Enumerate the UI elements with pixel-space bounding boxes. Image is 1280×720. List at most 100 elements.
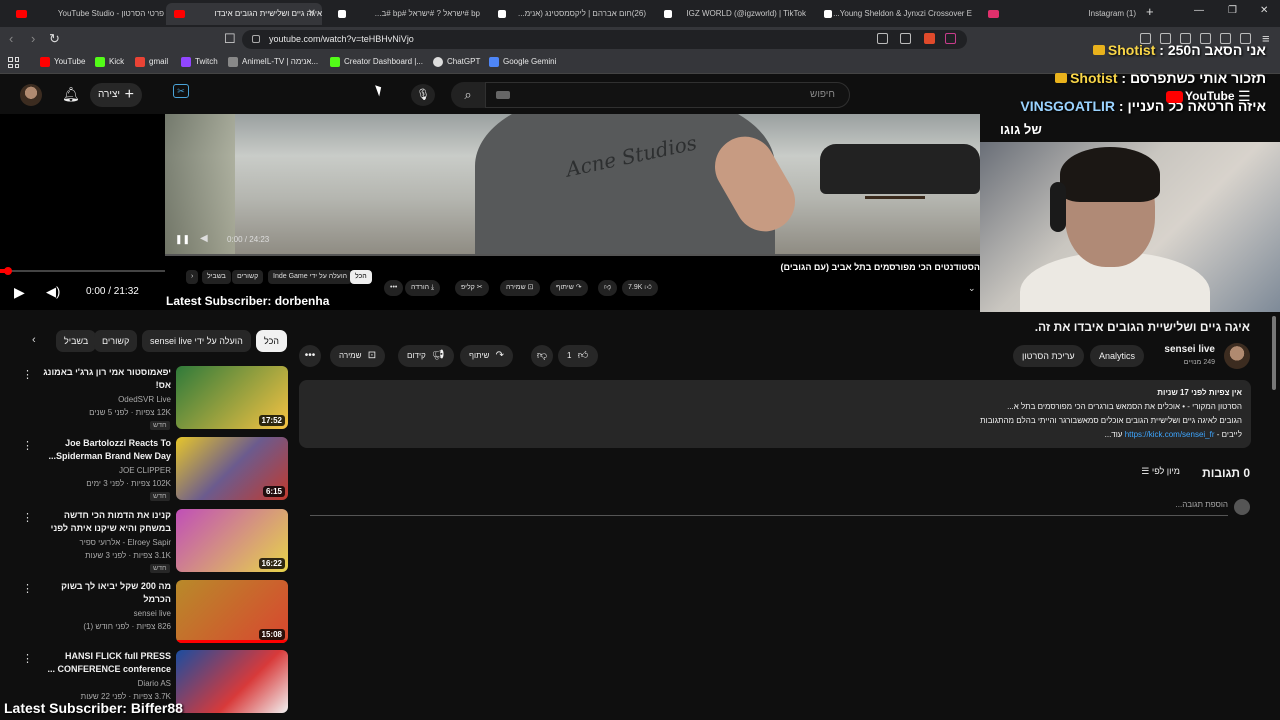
rec-title[interactable]: HANSI FLICK full PRESS CONFERENCE confer… [34, 650, 171, 676]
sort-comments-button[interactable]: מיון לפי ☰ [1110, 466, 1180, 477]
like-button[interactable]: 1 👍︎ [558, 345, 598, 367]
tab-tiktok-4[interactable]: Young Sheldon & Jynxzi Crossover E... [816, 3, 972, 25]
page-scrollbar[interactable] [1272, 316, 1276, 390]
inner-progress-bar[interactable] [165, 254, 980, 256]
tab-tiktok-3[interactable]: IGZ WORLD (@igzworld) | TikTok [656, 3, 806, 25]
chip-from-channel[interactable]: הועלה על ידי sensei live [142, 330, 251, 352]
rec-channel[interactable]: Diario AS [34, 679, 171, 688]
maximize-icon[interactable]: ❐ [1228, 5, 1237, 16]
apps-icon[interactable] [8, 57, 19, 68]
inner-share-button[interactable]: שיתוף ↷ [550, 280, 588, 296]
notifications-bell-icon[interactable]: 🔔︎ [62, 86, 80, 103]
list-item[interactable]: ⋮ Joe Bartolozzi Reacts To Spiderman Bra… [0, 437, 295, 507]
inner-clip-button[interactable]: קליפ ✂ [455, 280, 489, 296]
tab-current-video[interactable]: איגה גיים ושלישיית הגובים איבדו ✕ [166, 3, 322, 25]
inner-chip[interactable]: בשביל [202, 270, 231, 284]
inner-dislike-icon[interactable]: 👎︎ [598, 280, 618, 296]
bookmark-youtube[interactable]: YouTube [40, 57, 85, 67]
more-vert-icon[interactable]: ⋮ [22, 439, 33, 452]
site-info-icon[interactable] [252, 35, 260, 43]
url-field[interactable]: youtube.com/watch?v=teHBHvNiVjo [242, 30, 967, 49]
inner-like-button[interactable]: 7.9K 👍︎ [622, 280, 658, 296]
bookmark-creator-dashboard[interactable]: Creator Dashboard |... [330, 57, 423, 67]
youtube-logo[interactable]: YouTube [1166, 89, 1235, 103]
edit-video-button[interactable]: עריכת הסרטון [1013, 345, 1084, 367]
bookmark-gmail[interactable]: gmail [135, 57, 168, 67]
back-icon[interactable]: ‹ [9, 31, 13, 46]
bookmark-gemini[interactable]: Google Gemini [489, 57, 556, 67]
tab-instagram[interactable]: (1) Instagram [980, 3, 1136, 25]
rec-title[interactable]: קנינו את הדמות הכי חדשה במשחק והיא שיקנו… [34, 509, 171, 536]
reload-icon[interactable]: ↻ [49, 31, 60, 47]
chevron-left-icon[interactable]: ‹ [32, 334, 36, 346]
new-tab-button[interactable]: + [1146, 4, 1154, 19]
brave-shield-icon[interactable] [924, 33, 935, 44]
rec-thumbnail[interactable]: 17:52 [176, 366, 288, 429]
description-box[interactable]: אין צפיות לפני 17 שניות הסרטון המקורי - … [299, 380, 1251, 448]
search-icon[interactable]: ⌕ [451, 82, 485, 108]
video-player[interactable]: Acne Studios [0, 114, 980, 310]
clip-icon[interactable]: ✂ [173, 84, 189, 98]
show-more[interactable]: עוד... [1105, 430, 1123, 439]
more-vert-icon[interactable]: ⋮ [22, 652, 33, 665]
rec-channel[interactable]: sensei live [34, 609, 171, 618]
share-button[interactable]: שיתוף ↷ [460, 345, 513, 367]
inner-download-button[interactable]: הורדה ⤓ [405, 280, 441, 296]
inner-chip[interactable]: הועלה על ידי Inde Game [268, 270, 353, 284]
list-item[interactable]: ⋮ יפאמוסטור אמי רון גרג'י באמונג אס! Ode… [0, 366, 295, 436]
account-avatar[interactable] [20, 84, 42, 106]
rewards-icon[interactable] [945, 33, 956, 44]
rec-thumbnail[interactable]: 6:15 [176, 437, 288, 500]
inner-expand-icon[interactable]: ⌄ [968, 283, 976, 294]
volume-icon[interactable]: ◀︎ [200, 233, 208, 244]
tab-tiktok-1[interactable]: bp #ישראל ? #ישראל #bp #ב... [330, 3, 480, 25]
bookmark-kick[interactable]: Kick [95, 57, 124, 67]
share-page-icon[interactable] [900, 33, 911, 44]
close-tab-icon[interactable]: ✕ [308, 3, 316, 25]
list-item[interactable]: ⋮ מה 200 שקל יביאו לך בשוק הכרמל sensei … [0, 580, 295, 650]
save-button[interactable]: שמירה ⊡ [330, 345, 386, 367]
promote-button[interactable]: קידום 📢︎ [398, 345, 454, 367]
keyboard-icon[interactable] [496, 91, 510, 99]
search-input[interactable]: חיפוש [485, 82, 850, 108]
tab-tiktok-2[interactable]: (26)חום אברהם | ליקסמסטינג (אנימ... [490, 3, 646, 25]
play-icon[interactable]: ▶ [14, 284, 25, 301]
channel-avatar[interactable] [1224, 343, 1250, 369]
inner-chip[interactable]: קשורים [232, 270, 264, 284]
more-vert-icon[interactable]: ⋮ [22, 368, 33, 381]
main-progress-bar[interactable] [0, 267, 165, 275]
close-window-icon[interactable]: ✕ [1260, 5, 1268, 16]
more-actions-icon[interactable]: ••• [299, 345, 321, 367]
more-vert-icon[interactable]: ⋮ [22, 582, 33, 595]
chip-related[interactable]: קשורים [94, 330, 138, 352]
inner-chip-prev-icon[interactable]: ‹ [186, 270, 199, 284]
inner-save-button[interactable]: שמירה ⊡ [500, 280, 540, 296]
bookmark-twitch[interactable]: Twitch [181, 57, 218, 67]
bookmark-animeil[interactable]: AnimeIL-TV | אנימה... [228, 57, 318, 67]
rec-channel[interactable]: OdedSVR Live [34, 395, 171, 404]
cast-icon[interactable] [877, 33, 888, 44]
voice-search-mic-icon[interactable]: 🎙︎ [411, 84, 435, 106]
rec-thumbnail[interactable]: 15:08 [176, 580, 288, 643]
add-comment-input[interactable]: הוספת תגובה... [310, 500, 1228, 516]
chip-all[interactable]: הכל [256, 330, 288, 352]
rec-title[interactable]: יפאמוסטור אמי רון גרג'י באמונג אס! [34, 366, 171, 392]
rec-thumbnail[interactable]: 16:22 [176, 509, 288, 572]
rec-channel[interactable]: Elroey Sapir - אלרועי ספיר [34, 538, 172, 547]
analytics-button[interactable]: Analytics [1090, 345, 1145, 367]
volume-icon[interactable]: ◀︎) [46, 284, 60, 300]
thumbs-down-icon[interactable]: 👎︎ [531, 345, 553, 367]
tab-studio[interactable]: פרטי הסרטון - YouTube Studio [8, 3, 164, 25]
list-item[interactable]: ⋮ קנינו את הדמות הכי חדשה במשחק והיא שיק… [0, 509, 295, 579]
rec-title[interactable]: מה 200 שקל יביאו לך בשוק הכרמל [34, 580, 171, 606]
bookmark-icon[interactable]: ☐ [224, 31, 236, 47]
rec-thumbnail[interactable] [176, 650, 288, 713]
inner-chip-all[interactable]: הכל [350, 270, 372, 284]
inner-more-icon[interactable]: ••• [384, 280, 404, 296]
kick-link[interactable]: https://kick.com/sensei_fr [1125, 430, 1215, 439]
more-vert-icon[interactable]: ⋮ [22, 511, 33, 524]
rec-channel[interactable]: JOE CLIPPER [34, 466, 171, 475]
pause-icon[interactable]: ❚❚ [175, 234, 190, 245]
minimize-icon[interactable]: — [1194, 5, 1204, 16]
rec-title[interactable]: Joe Bartolozzi Reacts To Spiderman Brand… [34, 437, 171, 463]
